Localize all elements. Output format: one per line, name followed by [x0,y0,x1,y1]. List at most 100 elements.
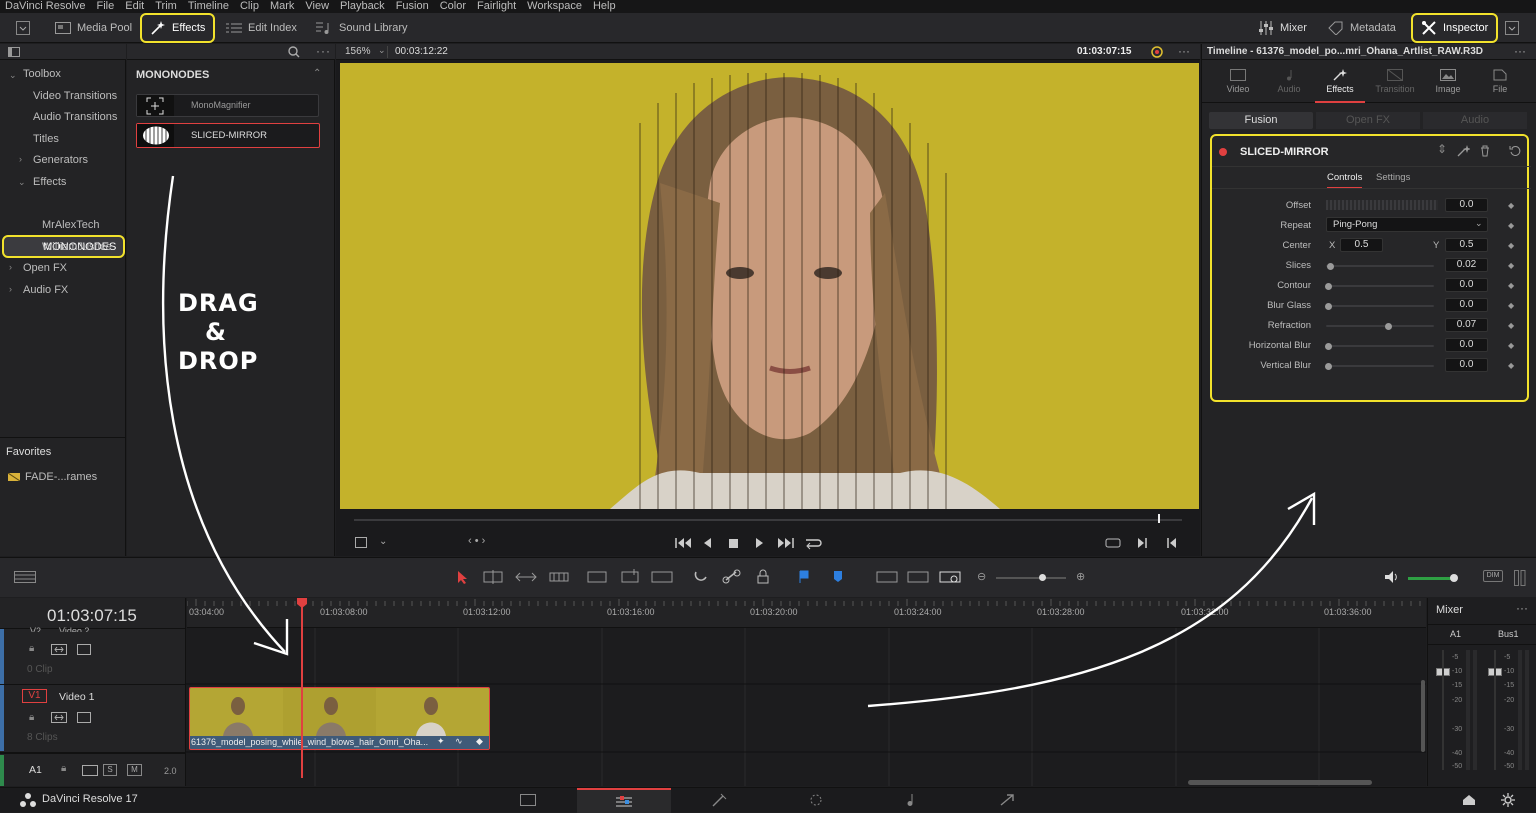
zoom-slider-knob[interactable] [1039,574,1046,581]
menu-fusion[interactable]: Fusion [391,0,435,13]
keyframe-icon[interactable]: ◆ [1508,261,1514,270]
timeline-zoom-slider[interactable] [996,577,1066,579]
mralextech-item[interactable]: MrAlexTech [42,219,99,231]
menu-file[interactable]: File [92,0,121,13]
link-icon[interactable] [722,569,741,584]
menu-view[interactable]: View [300,0,335,13]
zoom-detail-icon[interactable] [907,571,929,583]
more-options-icon[interactable]: ··· [316,44,331,58]
offset-jog-wheel[interactable] [1326,200,1438,210]
match-frame-icon[interactable] [1105,538,1121,548]
track-id-a1[interactable]: A1 [29,764,42,776]
collapsed-caret-icon[interactable]: › [19,154,22,164]
menu-help[interactable]: Help [588,0,622,13]
collapsed-caret-icon[interactable]: › [9,284,12,294]
sound-library-button[interactable]: Sound Library [315,13,408,43]
more-options-icon[interactable]: ··· [1516,601,1528,615]
crop-icon[interactable] [354,536,368,549]
menu-workspace[interactable]: Workspace [522,0,588,13]
search-icon[interactable] [288,46,300,58]
color-page-icon[interactable] [808,793,824,807]
more-options-icon[interactable]: ··· [1514,44,1526,58]
param-value-offset[interactable]: 0.0 [1445,198,1488,212]
edit-page-tab[interactable] [577,788,671,813]
skip-back-icon[interactable] [675,538,691,548]
play-reverse-icon[interactable] [704,538,711,548]
next-edit-icon[interactable] [1138,538,1147,548]
subtab-open-fx[interactable]: Open FX [1316,112,1420,129]
lock-icon[interactable]: 🔒︎ [61,763,66,774]
expand-caret-icon[interactable]: ⌄ [9,70,17,81]
param-slider-track[interactable] [1326,265,1434,267]
sidebar-toggle-icon[interactable] [8,47,20,57]
fusion-page-icon[interactable] [711,793,727,807]
param-slider-knob[interactable] [1325,303,1332,310]
param-value[interactable]: 0.02 [1445,258,1488,272]
auto-select-icon[interactable] [51,644,67,655]
param-slider-track[interactable] [1326,365,1434,367]
menu-mark[interactable]: Mark [265,0,300,13]
updown-icon[interactable]: ⇕ [1437,142,1447,156]
selection-tool-icon[interactable] [458,571,467,584]
effect-item-monomagnifier[interactable]: MonoMagnifier [136,94,319,117]
keyframe-icon[interactable]: ◆ [1508,241,1514,250]
toolbox-item[interactable]: Toolbox [23,68,61,80]
effects-item[interactable]: Effects [33,176,66,188]
keyframe-icon[interactable]: ◆ [1508,221,1514,230]
home-icon[interactable] [1462,794,1476,806]
tab-audio[interactable]: Audio [1267,69,1311,94]
lock-icon[interactable] [757,569,769,584]
param-slider-knob[interactable] [1325,283,1332,290]
trim-tool-icon[interactable] [483,570,503,584]
replace-clip-icon[interactable] [651,571,673,583]
video-transitions-item[interactable]: Video Transitions [33,90,117,102]
chevron-down-icon[interactable]: ⌄ [378,45,386,56]
insert-clip-icon[interactable] [587,571,607,583]
param-value[interactable]: 0.0 [1445,278,1488,292]
track-visibility-icon[interactable] [77,644,91,655]
reset-icon[interactable] [1509,145,1521,157]
tab-image[interactable]: Image [1426,69,1470,94]
effect-enable-toggle[interactable] [1219,148,1227,156]
dynamic-trim-icon[interactable] [515,572,537,582]
media-pool-button[interactable]: Media Pool [55,13,132,43]
auto-select-icon[interactable] [51,712,67,723]
marker-icon[interactable] [834,571,842,582]
play-icon[interactable] [756,538,763,548]
track-id-v1[interactable]: V1 [22,689,47,703]
param-slider-track[interactable] [1326,325,1434,327]
timeline-clip[interactable]: 61376_model_posing_while_wind_blows_hair… [189,687,490,750]
keyframe-icon[interactable]: ◆ [1508,321,1514,330]
keyframe-icon[interactable]: ◆ [1508,201,1514,210]
tab-transition[interactable]: Transition [1371,68,1419,94]
edit-index-button[interactable]: Edit Index [226,13,297,43]
media-page-icon[interactable] [520,794,536,806]
tab-controls[interactable]: Controls [1327,172,1363,189]
collapse-icon[interactable]: ⌃ [313,68,321,79]
menu-app[interactable]: DaVinci Resolve [0,0,92,13]
panel-toggle-button[interactable] [14,13,32,43]
expand-caret-icon[interactable]: ⌄ [18,177,26,188]
mute-button[interactable]: M [127,764,142,776]
magic-wand-icon[interactable] [1456,145,1470,157]
effect-item-sliced-mirror[interactable]: SLICED-MIRROR [136,123,320,148]
tab-video[interactable]: Video [1216,69,1260,94]
param-slider-track[interactable] [1326,305,1434,307]
scrubber-playhead[interactable] [1158,514,1160,523]
keyframe-icon[interactable]: ◆ [1508,301,1514,310]
viewer-video-frame[interactable] [340,63,1199,509]
audio-fx-item[interactable]: Audio FX [23,284,68,296]
track-visibility-icon[interactable] [77,712,91,723]
repeat-dropdown[interactable]: Ping-Pong ⌄ [1326,217,1488,232]
track-name-v1[interactable]: Video 1 [59,691,94,703]
inspector-button[interactable]: Inspector [1411,13,1499,43]
auto-select-icon[interactable] [82,765,98,776]
audio-transitions-item[interactable]: Audio Transitions [33,111,117,123]
loop-icon[interactable] [806,539,822,550]
menu-playback[interactable]: Playback [335,0,391,13]
fairlight-page-icon[interactable] [904,793,918,807]
flag-icon[interactable] [799,570,809,583]
trash-icon[interactable] [1480,145,1490,157]
lock-icon[interactable]: 🔒︎ [29,712,34,723]
scrubber-bar[interactable] [354,519,1182,521]
